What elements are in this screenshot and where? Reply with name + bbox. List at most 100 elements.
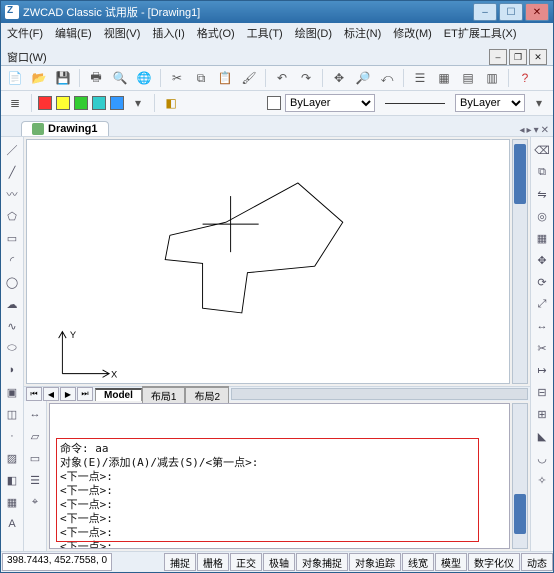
maximize-button[interactable]: ☐ [499, 3, 523, 21]
pan-button[interactable]: ✥ [329, 68, 349, 88]
erase-tool[interactable]: ⌫ [533, 141, 551, 159]
ellipse-tool[interactable]: ⬭ [3, 339, 21, 357]
insert-block-tool[interactable]: ▣ [3, 383, 21, 401]
polyline-tool[interactable]: 〰 [3, 185, 21, 203]
sheet-prev-button[interactable]: ◀ [43, 387, 59, 401]
tab-prev-icon[interactable]: ▸ [527, 125, 532, 136]
layer-state-button[interactable]: ▾ [128, 93, 148, 113]
current-color-swatch[interactable] [267, 96, 281, 110]
area-tool[interactable]: ▱ [26, 427, 44, 445]
mdi-minimize-button[interactable]: – [489, 49, 507, 65]
status-ortho[interactable]: 正交 [230, 553, 262, 571]
layer-color-blue[interactable] [110, 96, 124, 110]
sheet-model[interactable]: Model [95, 388, 142, 401]
layer-color-cyan[interactable] [92, 96, 106, 110]
mdi-close-button[interactable]: ✕ [529, 49, 547, 65]
id-tool[interactable]: ⌖ [26, 493, 44, 511]
canvas-vscrollbar[interactable] [512, 139, 528, 384]
spline-tool[interactable]: ∿ [3, 317, 21, 335]
tab-menu-icon[interactable]: ▾ [534, 125, 539, 136]
canvas-hscrollbar[interactable] [231, 388, 528, 400]
status-lwt[interactable]: 线宽 [402, 553, 434, 571]
extend-tool[interactable]: ↦ [533, 361, 551, 379]
status-tablet[interactable]: 数字化仪 [468, 553, 520, 571]
color-dropdown[interactable]: ByLayer [285, 94, 375, 112]
calculator-button[interactable]: ▥ [482, 68, 502, 88]
list-tool[interactable]: ☰ [26, 471, 44, 489]
move-tool[interactable]: ✥ [533, 251, 551, 269]
region-mass-tool[interactable]: ▭ [26, 449, 44, 467]
lineweight-button[interactable]: ▾ [529, 93, 549, 113]
sheet-next-button[interactable]: ▶ [60, 387, 76, 401]
table-tool[interactable]: ▦ [3, 493, 21, 511]
new-button[interactable]: 📄 [5, 68, 25, 88]
scale-tool[interactable]: ⤢ [533, 295, 551, 313]
sheet-first-button[interactable]: ⏮ [26, 387, 42, 401]
menu-modify[interactable]: 修改(M) [393, 25, 432, 41]
menu-view[interactable]: 视图(V) [104, 25, 141, 41]
close-button[interactable]: ✕ [525, 3, 549, 21]
explode-tool[interactable]: ✧ [533, 471, 551, 489]
layer-color-green[interactable] [74, 96, 88, 110]
tab-close-icon[interactable]: ✕ [541, 125, 549, 136]
publish-button[interactable]: 🌐 [134, 68, 154, 88]
rectangle-tool[interactable]: ▭ [3, 229, 21, 247]
copy-tool[interactable]: ⧉ [533, 163, 551, 181]
preview-button[interactable]: 🔍 [110, 68, 130, 88]
design-center-button[interactable]: ▦ [434, 68, 454, 88]
stretch-tool[interactable]: ↔ [533, 317, 551, 335]
point-tool[interactable]: · [3, 427, 21, 445]
menu-format[interactable]: 格式(O) [197, 25, 235, 41]
trim-tool[interactable]: ✂ [533, 339, 551, 357]
linetype-dropdown[interactable]: ByLayer [455, 94, 525, 112]
command-window[interactable]: 命令: aa 对象(E)/添加(A)/减去(S)/<第一点>: <下一点>: <… [49, 403, 510, 549]
hatch-tool[interactable]: ▨ [3, 449, 21, 467]
menu-tools[interactable]: 工具(T) [247, 25, 283, 41]
menu-ettools[interactable]: ET扩展工具(X) [444, 25, 517, 41]
menu-window[interactable]: 窗口(W) [7, 49, 47, 65]
polygon-tool[interactable]: ⬠ [3, 207, 21, 225]
menu-edit[interactable]: 编辑(E) [55, 25, 92, 41]
print-button[interactable]: 🖶 [86, 68, 106, 88]
status-model[interactable]: 模型 [435, 553, 467, 571]
offset-tool[interactable]: ◎ [533, 207, 551, 225]
copy-button[interactable]: ⧉ [191, 68, 211, 88]
drawing-canvas[interactable]: Y X [26, 139, 510, 384]
status-osnap[interactable]: 对象捕捉 [296, 553, 348, 571]
dist-tool[interactable]: ↔ [26, 405, 44, 423]
xline-tool[interactable]: ╱ [3, 163, 21, 181]
document-tab[interactable]: Drawing1 [21, 121, 109, 136]
region-tool[interactable]: ◧ [3, 471, 21, 489]
layers-button[interactable]: ◧ [161, 93, 181, 113]
line-tool[interactable]: ／ [3, 141, 21, 159]
chamfer-tool[interactable]: ◣ [533, 427, 551, 445]
array-tool[interactable]: ▦ [533, 229, 551, 247]
layer-color-red[interactable] [38, 96, 52, 110]
command-vscrollbar[interactable] [512, 403, 528, 549]
status-otrack[interactable]: 对象追踪 [349, 553, 401, 571]
menu-draw[interactable]: 绘图(D) [295, 25, 332, 41]
mirror-tool[interactable]: ⇋ [533, 185, 551, 203]
tab-first-icon[interactable]: ◂ [520, 125, 525, 136]
make-block-tool[interactable]: ◫ [3, 405, 21, 423]
status-dyn[interactable]: 动态 [521, 553, 553, 571]
fillet-tool[interactable]: ◡ [533, 449, 551, 467]
coordinate-readout[interactable]: 398.7443, 452.7558, 0 [2, 553, 112, 571]
join-tool[interactable]: ⊞ [533, 405, 551, 423]
mdi-restore-button[interactable]: ❐ [509, 49, 527, 65]
menu-file[interactable]: 文件(F) [7, 25, 43, 41]
paste-button[interactable]: 📋 [215, 68, 235, 88]
circle-tool[interactable]: ◯ [3, 273, 21, 291]
rotate-tool[interactable]: ⟳ [533, 273, 551, 291]
redo-button[interactable]: ↷ [296, 68, 316, 88]
layer-manager-button[interactable]: ≣ [5, 93, 25, 113]
status-polar[interactable]: 极轴 [263, 553, 295, 571]
text-tool[interactable]: A [3, 515, 21, 533]
break-tool[interactable]: ⊟ [533, 383, 551, 401]
undo-button[interactable]: ↶ [272, 68, 292, 88]
status-grid[interactable]: 栅格 [197, 553, 229, 571]
match-button[interactable]: 🖌 [239, 68, 259, 88]
arc-tool[interactable]: ◜ [3, 251, 21, 269]
zoom-button[interactable]: 🔎 [353, 68, 373, 88]
cut-button[interactable]: ✂ [167, 68, 187, 88]
